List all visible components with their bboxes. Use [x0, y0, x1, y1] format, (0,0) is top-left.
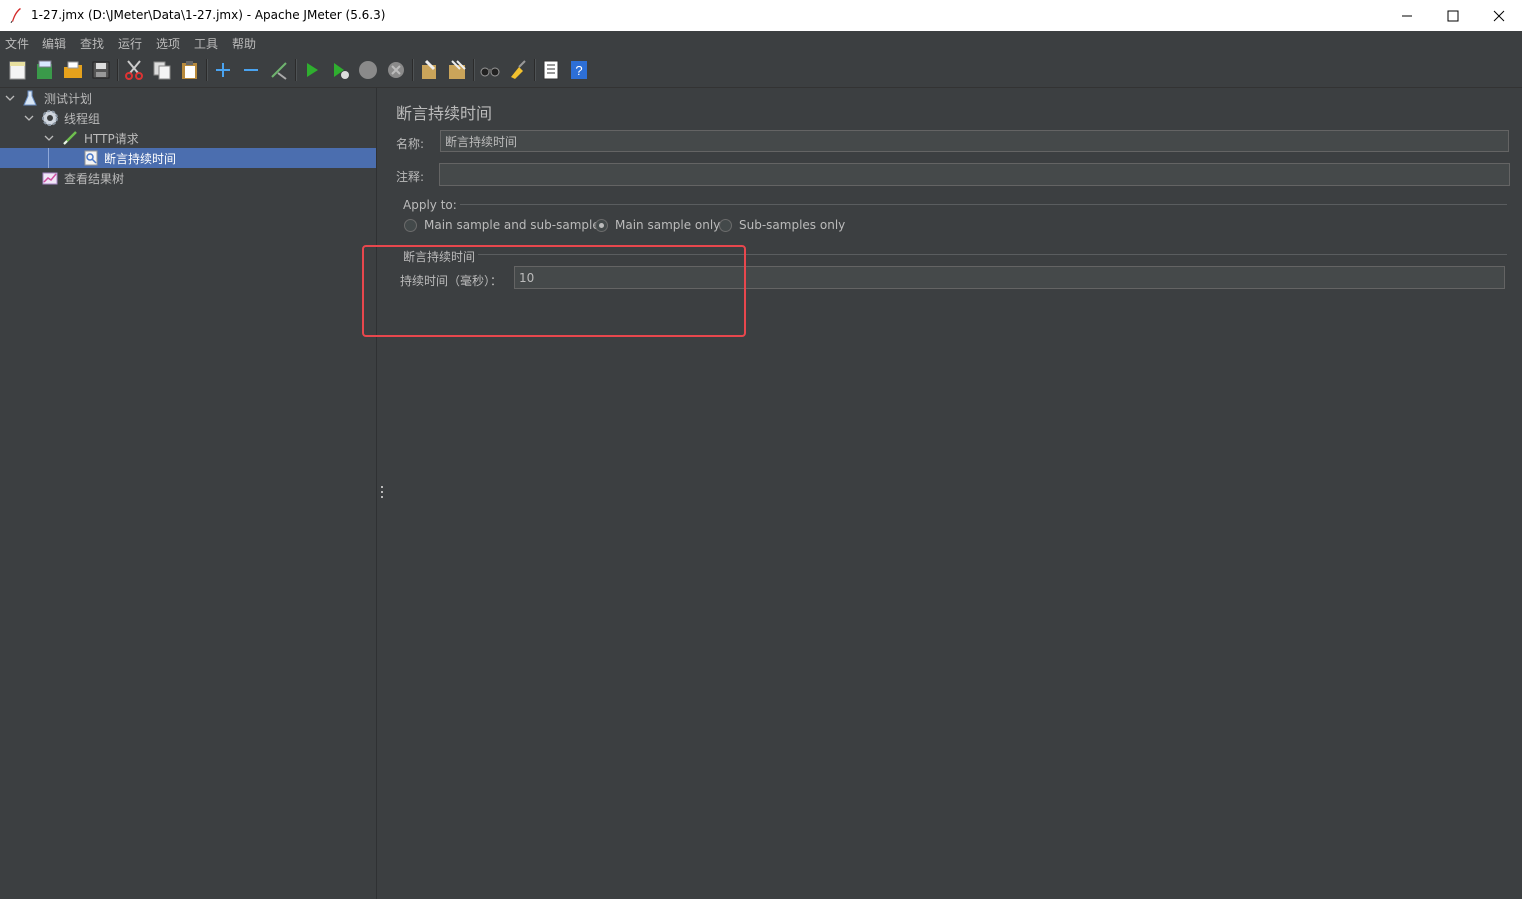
- apply-to-title: Apply to:: [403, 198, 460, 212]
- clear-all-icon[interactable]: [446, 59, 468, 81]
- tree-item-view-results-tree[interactable]: 查看结果树: [4, 168, 374, 188]
- menu-file[interactable]: 文件: [5, 35, 29, 52]
- menu-tools[interactable]: 工具: [194, 35, 218, 52]
- save-icon[interactable]: [90, 59, 112, 81]
- toolbar-separator: [206, 59, 208, 81]
- thread-group-icon: [42, 110, 58, 126]
- menu-edit[interactable]: 编辑: [42, 35, 66, 52]
- menu-bar: 文件 编辑 查找 运行 选项 工具 帮助: [0, 31, 1522, 53]
- toggle-icon[interactable]: [268, 59, 290, 81]
- radio-main-only[interactable]: Main sample only: [595, 218, 720, 232]
- http-sampler-icon: [63, 131, 77, 145]
- new-icon[interactable]: [7, 59, 29, 81]
- paste-icon[interactable]: [179, 59, 201, 81]
- toolbar-separator: [117, 59, 119, 81]
- shutdown-icon[interactable]: [385, 59, 407, 81]
- comment-field[interactable]: [439, 163, 1510, 186]
- help-icon[interactable]: ?: [568, 59, 590, 81]
- tree-item-test-plan[interactable]: 测试计划: [4, 88, 374, 108]
- menu-options[interactable]: 选项: [156, 35, 180, 52]
- expand-icon[interactable]: [212, 59, 234, 81]
- tree-item-duration-assertion[interactable]: 断言持续时间: [0, 148, 376, 168]
- tree-item-label: HTTP请求: [84, 131, 139, 146]
- toolbar-separator: [534, 59, 536, 81]
- toolbar-separator: [473, 59, 475, 81]
- panel-title: 断言持续时间: [396, 104, 493, 123]
- test-plan-tree: 测试计划 线程组 HTTP请求 断言持续时间 查看结果树: [0, 88, 376, 899]
- highlight-annotation-box: [362, 245, 746, 337]
- start-no-pause-icon[interactable]: [329, 59, 351, 81]
- window-title-bar: 1-27.jmx (D:\JMeter\Data\1-27.jmx) - Apa…: [0, 0, 1522, 32]
- tree-item-label: 查看结果树: [64, 171, 125, 186]
- toolbar-separator: [295, 59, 297, 81]
- start-icon[interactable]: [301, 59, 323, 81]
- maximize-button[interactable]: [1430, 0, 1476, 31]
- function-helper-icon[interactable]: [540, 59, 562, 81]
- cut-icon[interactable]: [123, 59, 145, 81]
- chevron-down-icon[interactable]: [4, 92, 16, 104]
- chevron-down-icon[interactable]: [23, 112, 35, 124]
- listener-icon: [42, 172, 58, 185]
- close-button[interactable]: [1476, 0, 1522, 31]
- menu-help[interactable]: 帮助: [232, 35, 256, 52]
- minimize-button[interactable]: [1384, 0, 1430, 31]
- clear-icon[interactable]: [418, 59, 440, 81]
- tree-item-label: 线程组: [64, 111, 101, 126]
- chevron-down-icon[interactable]: [43, 132, 55, 144]
- tree-item-label: 断言持续时间: [104, 151, 177, 166]
- maximize-icon: [1447, 10, 1459, 21]
- collapse-icon[interactable]: [240, 59, 262, 81]
- assertion-icon: [84, 150, 98, 166]
- radio-label: Sub-samples only: [739, 218, 846, 232]
- tree-item-http-request[interactable]: HTTP请求: [4, 128, 374, 148]
- radio-label: Main sample only: [615, 218, 721, 232]
- name-field[interactable]: [440, 130, 1509, 152]
- radio-main-and-sub[interactable]: Main sample and sub-samples: [404, 218, 606, 232]
- apply-to-group-border: [403, 204, 1507, 205]
- close-icon: [1493, 10, 1505, 21]
- toolbar-separator: [412, 59, 414, 81]
- radio-button-selected-icon[interactable]: [595, 218, 608, 232]
- jmeter-feather-icon: [10, 8, 21, 23]
- tree-item-label: 测试计划: [44, 91, 93, 106]
- svg-text:?: ?: [575, 63, 582, 78]
- radio-button-icon[interactable]: [719, 218, 732, 232]
- tree-item-thread-group[interactable]: 线程组: [4, 108, 374, 128]
- stop-icon[interactable]: [357, 59, 379, 81]
- window-title: 1-27.jmx (D:\JMeter\Data\1-27.jmx) - Apa…: [31, 8, 386, 22]
- drag-handle-icon[interactable]: [381, 486, 383, 498]
- radio-button-icon[interactable]: [404, 218, 417, 232]
- minimize-icon: [1402, 15, 1412, 16]
- assertion-panel: 断言持续时间 名称: 注释: Apply to: Main sample and…: [387, 88, 1522, 899]
- comment-label: 注释:: [396, 170, 425, 184]
- radio-sub-only[interactable]: Sub-samples only: [719, 218, 845, 232]
- menu-search[interactable]: 查找: [80, 35, 104, 52]
- menu-run[interactable]: 运行: [118, 35, 142, 52]
- test-plan-icon: [23, 90, 37, 106]
- tree-guide-line: [48, 148, 49, 168]
- copy-icon[interactable]: [151, 59, 173, 81]
- toolbar: ?: [0, 53, 1522, 88]
- name-label: 名称:: [396, 137, 425, 151]
- reset-search-icon[interactable]: [507, 59, 529, 81]
- templates-icon[interactable]: [34, 59, 56, 81]
- search-icon[interactable]: [479, 59, 501, 81]
- open-icon[interactable]: [62, 59, 84, 81]
- radio-label: Main sample and sub-samples: [424, 218, 606, 232]
